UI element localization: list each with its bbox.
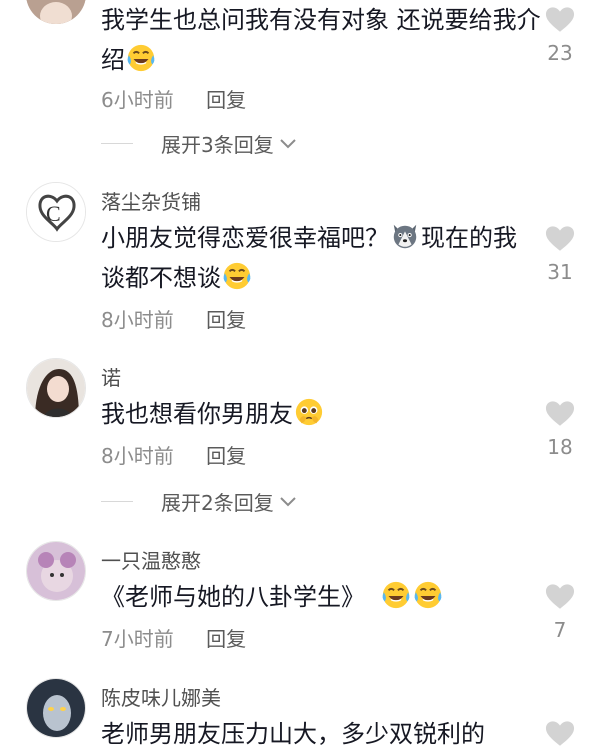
laugh-cry-emoji [126, 43, 156, 73]
comment-author[interactable]: 陈皮味儿娜美 [101, 682, 221, 711]
comment-text-body: 老师男朋友压力山大，多少双锐利的 [101, 720, 485, 748]
comment-author[interactable]: 诺 [101, 362, 121, 391]
expand-replies-button[interactable]: 展开3条回复 [101, 129, 296, 158]
like-count: 31 [547, 260, 573, 284]
heart-icon[interactable] [545, 720, 575, 747]
heart-icon[interactable] [545, 225, 575, 252]
heart-icon[interactable] [545, 6, 575, 33]
svg-text:C: C [46, 201, 61, 226]
heart-icon[interactable] [545, 400, 575, 427]
avatar[interactable]: C [26, 182, 86, 242]
comment-author[interactable]: 落尘杂货铺 [101, 186, 201, 215]
reply-button[interactable]: 回复 [206, 88, 246, 112]
like-button[interactable]: 18 [536, 400, 584, 459]
comment-time: 7小时前 [101, 627, 174, 651]
husky-emoji [390, 221, 420, 251]
expand-replies-label[interactable]: 展开2条回复 [161, 487, 274, 516]
comment-meta: 8小时前 回复 [101, 304, 246, 333]
comment-text: 《老师与她的八卦学生》 [101, 577, 521, 617]
divider [101, 501, 133, 502]
comment-text: 我学生也总问我有没有对象 还说要给我介绍 [101, 0, 541, 80]
like-button[interactable]: 23 [536, 6, 584, 65]
comment-meta: 7小时前 回复 [101, 623, 246, 652]
laugh-cry-emoji [381, 580, 411, 610]
comment-text-body: 我也想看你男朋友 [101, 400, 293, 428]
like-button[interactable]: 31 [536, 225, 584, 284]
avatar[interactable] [26, 0, 86, 24]
reply-button[interactable]: 回复 [206, 308, 246, 332]
chevron-down-icon [280, 496, 296, 506]
comment-meta: 6小时前 回复 [101, 84, 246, 113]
expand-replies-label[interactable]: 展开3条回复 [161, 129, 274, 158]
avatar[interactable] [26, 678, 86, 738]
comment-text-body: 小朋友觉得恋爱很幸福吧？ [101, 224, 389, 252]
like-button[interactable]: 7 [536, 583, 584, 642]
reply-button[interactable]: 回复 [206, 627, 246, 651]
chevron-down-icon [280, 138, 296, 148]
reply-button[interactable]: 回复 [206, 444, 246, 468]
avatar[interactable] [26, 358, 86, 418]
expand-replies-button[interactable]: 展开2条回复 [101, 487, 296, 516]
comment-text: 我也想看你男朋友 [101, 394, 521, 434]
like-count: 23 [547, 41, 573, 65]
comment-text-body: 我学生也总问我有没有对象 还说要给我介绍 [101, 6, 541, 74]
laugh-cry-emoji [222, 261, 252, 291]
comment-time: 8小时前 [101, 444, 174, 468]
comment-author[interactable]: 一只温憨憨 [101, 545, 201, 574]
comment-text: 小朋友觉得恋爱很幸福吧？ 现在的我谈都不想谈 [101, 218, 521, 298]
like-button[interactable] [536, 720, 584, 747]
comment-time: 8小时前 [101, 308, 174, 332]
laugh-cry-emoji [413, 580, 443, 610]
pleading-emoji [294, 397, 324, 427]
heart-icon[interactable] [545, 583, 575, 610]
like-count: 18 [547, 435, 573, 459]
comment-meta: 8小时前 回复 [101, 440, 246, 469]
like-count: 7 [553, 618, 567, 642]
divider [101, 143, 133, 144]
avatar[interactable] [26, 541, 86, 601]
comment-time: 6小时前 [101, 88, 174, 112]
comment-text-body: 《老师与她的八卦学生》 [101, 583, 365, 611]
comment-text: 老师男朋友压力山大，多少双锐利的 [101, 714, 521, 754]
